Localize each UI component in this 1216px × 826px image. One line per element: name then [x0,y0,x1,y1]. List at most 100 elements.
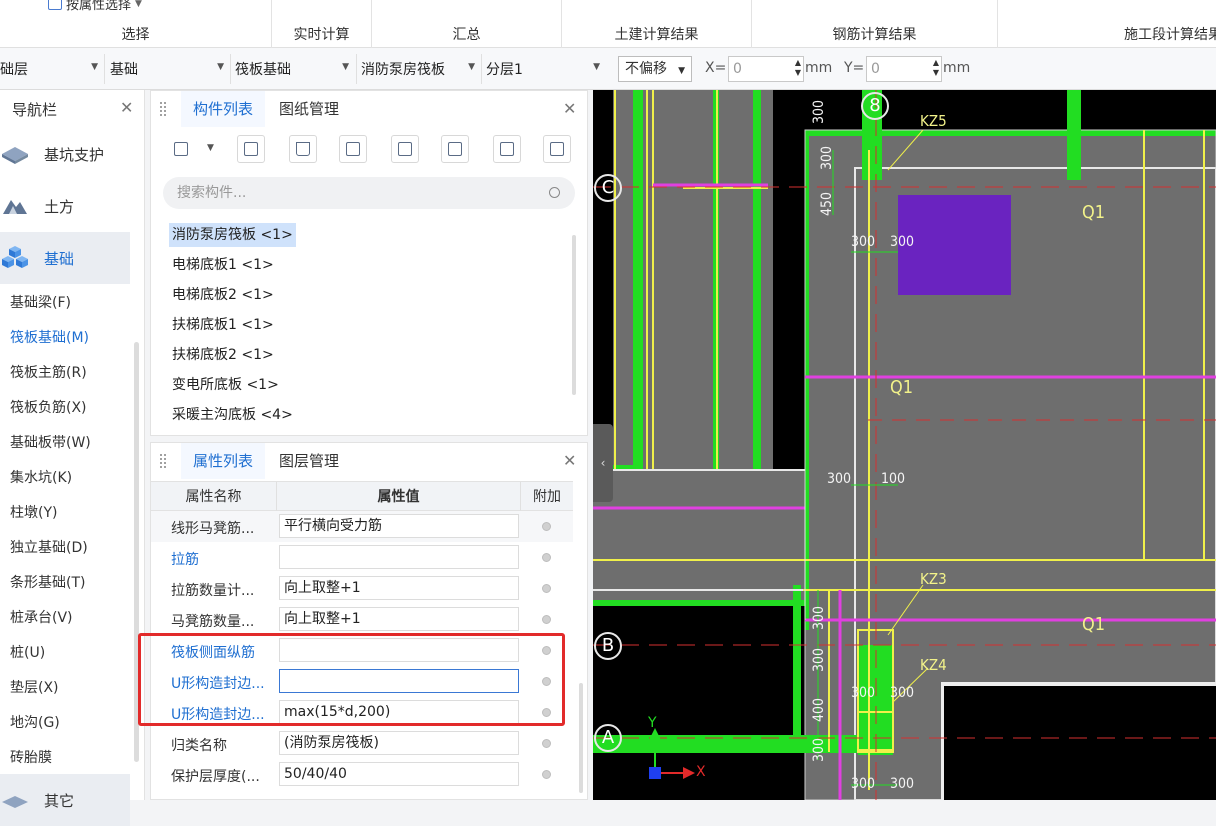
nav-item-raft-main-rebar[interactable]: 筏板主筋(R) [10,362,87,382]
list-item[interactable]: 消防泵房筏板 <1> [169,223,296,247]
nav-item-foundation-strip[interactable]: 基础板带(W) [10,432,91,452]
nav-item-raft-foundation[interactable]: 筏板基础(M) [10,327,89,347]
attach-checkbox[interactable] [542,584,551,593]
list-item[interactable]: 电梯底板1 <1> [169,253,277,277]
nav-item-cushion[interactable]: 垫层(X) [10,677,59,697]
dimension-label: 300 [890,234,915,250]
nav-item-brick-formwork[interactable]: 砖胎膜 [10,747,52,767]
filter-button[interactable] [543,135,571,163]
column-label: KZ4 [920,656,947,674]
list-item[interactable]: 变电所底板 <1> [169,373,282,397]
table-row[interactable]: 拉筋数量计... 向上取整+1 [151,573,573,604]
nav-item-sump-pit[interactable]: 集水坑(K) [10,467,72,487]
collapse-panel-button[interactable]: ‹ [593,424,613,502]
close-icon[interactable]: ✕ [563,99,576,118]
list-item[interactable]: 电梯底板2 <1> [169,283,277,307]
offset-select[interactable]: 不偏移 ▼ [618,56,692,82]
x-input[interactable]: 0 ▲ ▼ [728,56,804,82]
attach-checkbox[interactable] [542,615,551,624]
table-row[interactable]: 线形马凳筋... 平行横向受力筋 [151,511,573,542]
property-value-field[interactable]: 向上取整+1 [279,576,519,600]
export-button[interactable] [441,135,469,163]
copy-button[interactable] [237,135,265,163]
property-list-scrollbar[interactable] [579,683,583,793]
attach-checkbox[interactable] [542,553,551,562]
dimension-label: 300 [827,471,852,487]
new-component-button[interactable] [167,135,195,163]
nav-item-raft-negative-rebar[interactable]: 筏板负筋(X) [10,397,87,417]
chevron-down-icon[interactable]: ▼ [207,143,214,153]
layers-icon [346,142,360,156]
x-label: X= [705,60,727,76]
delete-button[interactable] [289,135,317,163]
sort-button[interactable] [493,135,521,163]
drawing-canvas[interactable]: 8 C B A KZ5 KZ3 KZ4 Q1 Q1 Q1 300 450 300… [593,90,1216,800]
property-value-field[interactable]: (消防泵房筏板) [279,731,519,755]
filter-list-icon [550,142,564,156]
search-input[interactable]: 搜索构件... [163,177,575,209]
nav-item-foundation-beam[interactable]: 基础梁(F) [10,292,71,312]
column-header: 属性名称 [151,482,277,512]
table-row[interactable]: 拉筋 [151,542,573,573]
spinner-icon[interactable]: ▲ ▼ [933,58,939,78]
attach-checkbox[interactable] [542,770,551,779]
copy-to-floor-button[interactable] [339,135,367,163]
attach-checkbox[interactable] [542,522,551,531]
nav-category-earthwork[interactable]: 土方 [0,180,130,232]
column-label: KZ5 [920,112,947,130]
list-item[interactable]: 扶梯底板2 <1> [169,343,277,367]
column-label: KZ3 [920,570,947,588]
nav-category-foundation[interactable]: 基础 [0,232,130,284]
column-header: 属性值 [277,482,521,512]
drag-handle-icon[interactable] [159,101,167,117]
y-input[interactable]: 0 ▲ ▼ [866,56,942,82]
component-list-scrollbar[interactable] [572,235,576,395]
tab-layer-management[interactable]: 图层管理 [267,443,351,479]
component-select[interactable]: 消防泵房筏板 ▼ [361,57,481,81]
property-value-field[interactable] [279,545,519,569]
close-icon[interactable]: ✕ [120,98,133,117]
tab-property-list[interactable]: 属性列表 [181,443,266,479]
property-value-field[interactable]: 平行横向受力筋 [279,514,519,538]
tab-drawing-management[interactable]: 图纸管理 [267,91,351,127]
attach-checkbox[interactable] [542,739,551,748]
property-value-field[interactable]: 向上取整+1 [279,607,519,631]
nav-item-isolated-footing[interactable]: 独立基础(D) [10,537,88,557]
type-select[interactable]: 筏板基础 ▼ [235,57,355,81]
chevron-left-icon: ‹ [600,456,606,470]
close-icon[interactable]: ✕ [563,451,576,470]
layer-select[interactable]: 分层1 ▼ [486,57,606,81]
copy-icon [244,142,258,156]
dimension-label: 400 [811,697,828,723]
chevron-down-icon: ▼ [593,62,600,72]
spinner-icon[interactable]: ▲ ▼ [795,58,801,78]
tab-component-list[interactable]: 构件列表 [181,91,266,127]
search-icon[interactable] [549,187,560,198]
trash-icon [296,142,310,156]
list-item[interactable]: 扶梯底板1 <1> [169,313,277,337]
nav-item-column-pier[interactable]: 柱墩(Y) [10,502,57,522]
floor-select[interactable]: 础层 ▼ [0,57,104,81]
ucs-y-label: Y [648,715,657,731]
table-row[interactable]: 马凳筋数量... 向上取整+1 [151,604,573,635]
nav-item-trench[interactable]: 地沟(G) [10,712,60,732]
nav-item-pile[interactable]: 桩(U) [10,642,45,662]
axis-bubble-a: A [594,724,622,752]
nav-panel: 导航栏 ✕ 基坑支护 土方 基础 基础梁(F) 筏板基础(M) 筏板主筋(R) … [0,90,145,826]
nav-item-strip-footing[interactable]: 条形基础(T) [10,572,85,592]
nav-category-other[interactable]: 其它 [0,774,130,826]
nav-item-pile-cap[interactable]: 桩承台(V) [10,607,73,627]
drag-handle-icon[interactable] [159,453,167,469]
ribbon-group-summary: 汇总 [372,0,562,48]
category-select[interactable]: 基础 ▼ [110,57,230,81]
table-row[interactable]: 归类名称 (消防泵房筏板) [151,728,573,759]
chevron-down-icon: ▼ [217,62,224,72]
chevron-down-icon: ▼ [468,62,475,72]
table-row[interactable]: 保护层厚度(... 50/40/40 [151,759,573,790]
property-value-field[interactable]: 50/40/40 [279,762,519,786]
ribbon: 按属性选择 ▼ 选择 实时计算 汇总 土建计算结果 钢筋计算结果 施工段计算结果 [0,0,1216,48]
nav-category-pit-support[interactable]: 基坑支护 [0,128,130,180]
dimension-label: 300 [851,685,876,701]
import-button[interactable] [391,135,419,163]
list-item[interactable]: 采暖主沟底板 <4> [169,403,296,427]
